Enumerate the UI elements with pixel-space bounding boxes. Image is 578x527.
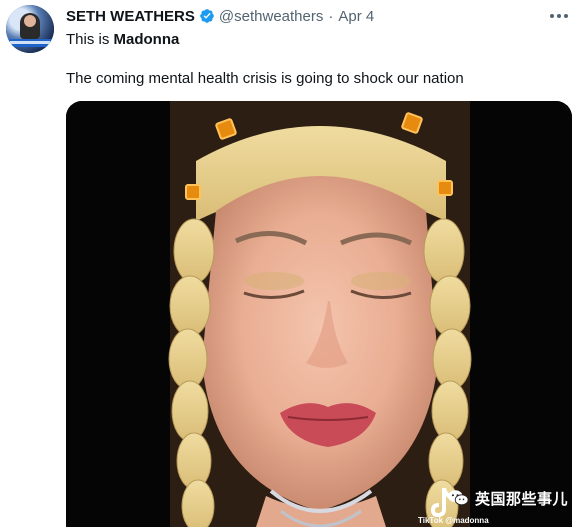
- avatar[interactable]: [6, 5, 54, 53]
- video-frame: [66, 101, 572, 527]
- more-options-icon[interactable]: [548, 6, 570, 26]
- tweet-date[interactable]: Apr 4: [338, 8, 374, 25]
- tweet-text-bold: Madonna: [113, 31, 180, 48]
- author-handle[interactable]: @sethweathers: [219, 8, 323, 25]
- tiktok-username: TikTok @madonna: [418, 516, 489, 525]
- tweet-text-line-1: This is Madonna: [66, 30, 179, 50]
- verified-badge-icon: [200, 9, 214, 23]
- watermark: 英国那些事儿: [447, 487, 568, 509]
- tweet-text-line-2: The coming mental health crisis is going…: [66, 70, 464, 87]
- tweet-text-prefix: This is: [66, 31, 114, 48]
- tweet-card[interactable]: SETH WEATHERS @sethweathers · Apr 4 This…: [0, 0, 578, 527]
- watermark-text: 英国那些事儿: [475, 490, 569, 508]
- wechat-icon: [447, 490, 469, 506]
- separator-dot: ·: [328, 7, 334, 25]
- video-media[interactable]: [66, 101, 572, 527]
- author-name[interactable]: SETH WEATHERS: [66, 8, 195, 25]
- tweet-header: SETH WEATHERS @sethweathers · Apr 4: [66, 6, 374, 26]
